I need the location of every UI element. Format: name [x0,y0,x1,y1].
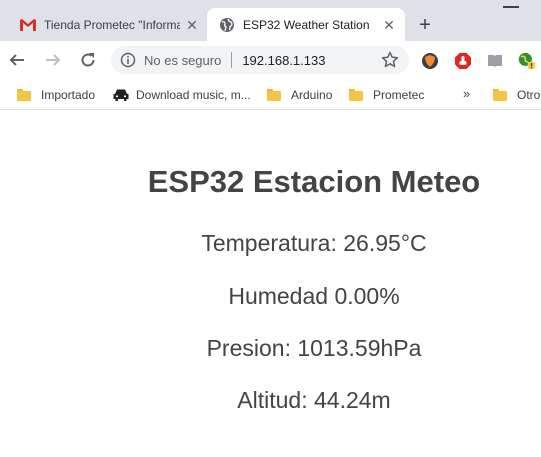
temperature-reading: Temperatura: 26.95°C [201,230,427,256]
forward-button[interactable] [43,50,63,70]
tab-strip: Tienda Prometec "Informa ✕ ESP32 Weather… [0,0,541,41]
bookmark-label: Download music, m... [136,88,251,102]
bookmarks-overflow-button[interactable]: » [463,86,470,101]
pressure-reading: Presion: 1013.59hPa [206,335,422,361]
bookmark-importado[interactable]: Importado [17,86,95,104]
reader-book-icon[interactable] [486,52,504,70]
address-divider [231,52,233,68]
security-label[interactable]: No es seguro [144,53,221,68]
adblock-icon[interactable] [454,52,472,70]
reload-button[interactable] [78,50,98,70]
bookmark-star-icon[interactable] [381,51,399,69]
altitude-reading: Altitud: 44.24m [237,387,391,413]
arrow-left-icon [9,54,24,66]
tab-esp32-weather-station[interactable]: ESP32 Weather Station ✕ [207,8,405,41]
humidity-reading: Humedad 0.00% [228,283,400,309]
browser-toolbar: No es seguro 192.168.1.133 [0,41,541,79]
bookmark-label: Importado [41,88,96,102]
close-tab-icon[interactable]: ✕ [381,17,397,33]
back-button[interactable] [7,50,27,70]
address-bar[interactable]: No es seguro 192.168.1.133 [111,46,409,74]
extension-globe-icon[interactable] [518,52,536,70]
page-content: ESP32 Estacion Meteo Temperatura: 26.95°… [0,111,541,457]
tab-title: Tienda Prometec "Informa [44,17,180,32]
close-tab-icon[interactable]: ✕ [184,17,200,33]
car-icon [113,89,129,101]
new-tab-button[interactable]: + [414,14,436,36]
bookmark-otros[interactable]: Otro [493,86,540,104]
bookmark-label: Prometec [373,88,425,102]
bookmark-label: Arduino [291,88,333,102]
minimize-window-icon[interactable] [503,6,519,8]
folder-icon [349,89,363,101]
folder-icon [267,89,281,101]
info-icon[interactable] [120,52,136,68]
reload-icon [81,53,95,67]
bookmark-label: Otro [517,88,541,102]
bookmarks-bar: Importado Download music, m... Arduino P… [0,79,541,110]
folder-icon [493,89,507,101]
globe-icon [219,17,235,33]
bookmark-arduino[interactable]: Arduino [267,86,332,104]
bookmark-prometec[interactable]: Prometec [349,86,424,104]
tab-tienda-prometec[interactable]: Tienda Prometec "Informa ✕ [8,8,208,41]
tab-title: ESP32 Weather Station [243,17,370,32]
url-text[interactable]: 192.168.1.133 [242,53,325,68]
extension-shield-icon[interactable] [421,52,439,70]
page-title: ESP32 Estacion Meteo [147,164,481,199]
arrow-right-icon [46,54,61,66]
folder-icon [17,89,31,101]
gmail-icon [20,17,36,33]
bookmark-download-music[interactable]: Download music, m... [113,86,251,104]
